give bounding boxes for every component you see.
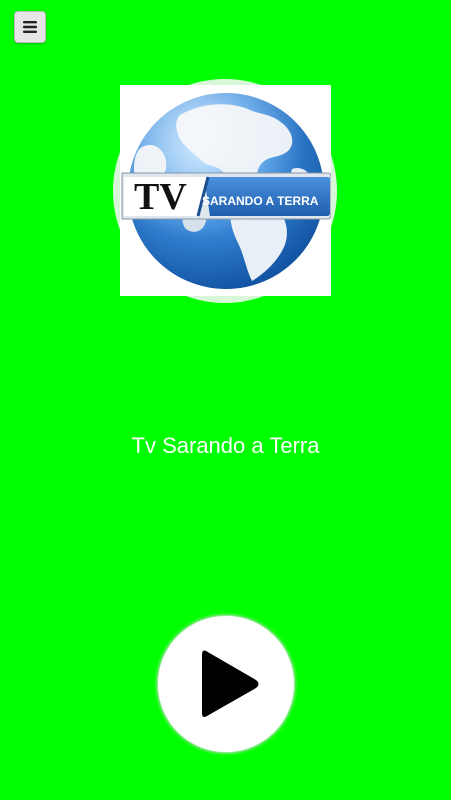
globe-logo-graphic: TV SARANDO A TERRA: [121, 93, 331, 289]
station-logo: TV SARANDO A TERRA: [120, 85, 331, 296]
play-icon: [202, 650, 259, 717]
logo-name-text: SARANDO A TERRA: [202, 194, 319, 208]
hamburger-menu-icon: [23, 21, 37, 33]
station-title: Tv Sarando a Terra: [131, 433, 320, 458]
logo-tv-text: TV: [134, 176, 187, 218]
menu-button[interactable]: [14, 11, 46, 43]
play-button[interactable]: [158, 616, 294, 752]
app-screen: TV SARANDO A TERRA Tv Sarando a Terra: [0, 0, 451, 800]
